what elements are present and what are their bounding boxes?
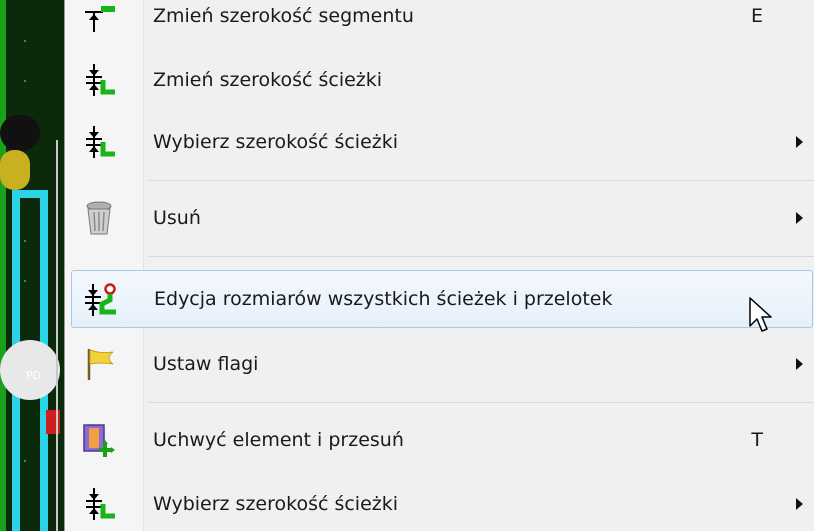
menu-item-shortcut: T xyxy=(751,429,763,451)
pcb-track xyxy=(0,0,6,531)
menu-item-delete[interactable]: Usuń xyxy=(71,192,813,244)
submenu-arrow-icon xyxy=(796,358,803,370)
pcb-pad xyxy=(0,115,40,151)
menu-item-grab-and-move[interactable]: Uchwyć element i przesuń T xyxy=(71,414,813,466)
menu-item-label: Zmień szerokość segmentu xyxy=(153,5,414,27)
grid-dot xyxy=(24,280,26,282)
menu-item-label: Uchwyć element i przesuń xyxy=(153,429,404,451)
pcb-pad xyxy=(0,150,30,190)
submenu-arrow-icon xyxy=(796,212,803,224)
menu-item-set-flags[interactable]: Ustaw flagi xyxy=(71,338,813,390)
menu-item-label: Ustaw flagi xyxy=(153,353,259,375)
grid-dot xyxy=(24,460,26,462)
menu-separator xyxy=(149,402,814,403)
menu-item-shortcut: E xyxy=(750,5,763,27)
context-menu: Zmień szerokość segmentu E Zmień szeroko… xyxy=(64,0,814,531)
track-width-icon xyxy=(86,64,115,96)
menu-item-select-track-width-2[interactable]: Wybierz szerokość ścieżki xyxy=(71,478,813,530)
grid-dot xyxy=(24,80,26,82)
menu-item-label: Zmień szerokość ścieżki xyxy=(153,69,383,91)
menu-item-select-track-width[interactable]: Wybierz szerokość ścieżki xyxy=(71,116,813,168)
grid-dot xyxy=(24,240,26,242)
submenu-arrow-icon xyxy=(796,136,803,148)
track-via-size-icon xyxy=(85,283,116,316)
menu-item-label: Wybierz szerokość ścieżki xyxy=(153,493,399,515)
pcb-canvas[interactable]: PD xyxy=(0,0,70,531)
trash-icon xyxy=(86,201,112,235)
menu-item-label: Wybierz szerokość ścieżki xyxy=(153,131,399,153)
menu-item-label: Usuń xyxy=(153,207,201,229)
menu-item-label: Edycja rozmiarów wszystkich ścieżek i pr… xyxy=(154,288,613,310)
menu-separator xyxy=(149,256,814,257)
net-label: PD xyxy=(26,369,42,382)
submenu-arrow-icon xyxy=(796,498,803,510)
track-width-icon xyxy=(85,6,115,32)
menu-separator xyxy=(149,180,814,181)
move-item-icon xyxy=(83,424,115,457)
grid-dot xyxy=(24,40,26,42)
flag-icon xyxy=(87,349,114,380)
mouse-cursor-icon xyxy=(749,297,772,332)
menu-item-change-track-width[interactable]: Zmień szerokość ścieżki xyxy=(71,54,813,106)
menu-item-change-segment-width[interactable]: Zmień szerokość segmentu E xyxy=(71,0,813,42)
track-width-icon xyxy=(86,488,115,520)
track-width-icon xyxy=(86,126,115,158)
menu-item-edit-all-track-via-sizes[interactable]: Edycja rozmiarów wszystkich ścieżek i pr… xyxy=(71,270,813,328)
pcb-track xyxy=(56,140,58,531)
